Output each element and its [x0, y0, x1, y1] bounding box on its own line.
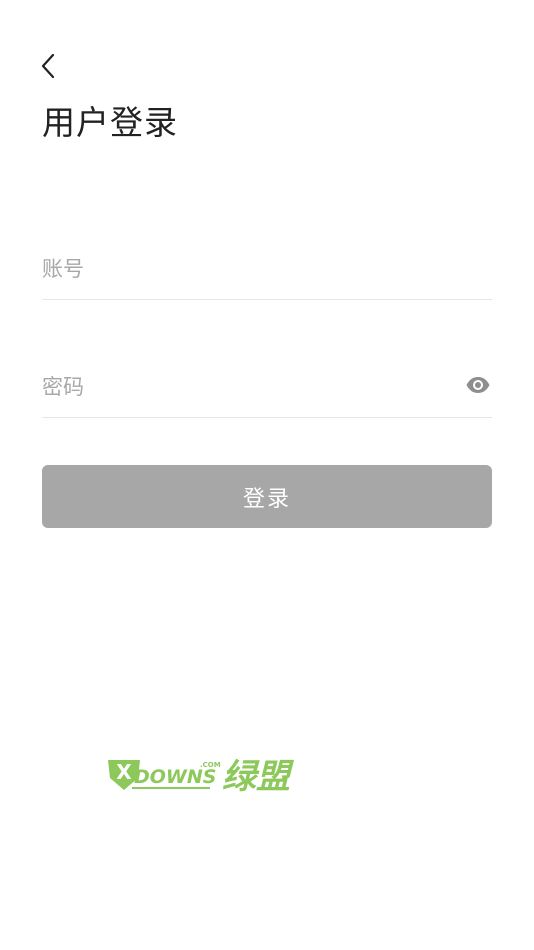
eye-icon: [465, 376, 491, 398]
password-field-container: [42, 357, 492, 418]
watermark-logo: X DOWNS .COM 绿盟: [104, 754, 298, 797]
svg-text:X: X: [116, 760, 132, 784]
account-input[interactable]: [42, 239, 442, 299]
login-page: 用户登录 登录 X DOWNS .COM 绿盟: [0, 0, 534, 950]
back-button[interactable]: [32, 52, 64, 84]
show-password-toggle[interactable]: [464, 373, 492, 401]
svg-text:DOWNS: DOWNS: [134, 766, 216, 788]
chevron-left-icon: [40, 53, 56, 83]
password-input[interactable]: [42, 357, 442, 417]
login-button[interactable]: 登录: [42, 465, 492, 528]
svg-text:.COM: .COM: [200, 761, 221, 769]
svg-text:绿盟: 绿盟: [222, 757, 295, 796]
page-title: 用户登录: [42, 103, 178, 142]
account-field-container: [42, 239, 492, 300]
